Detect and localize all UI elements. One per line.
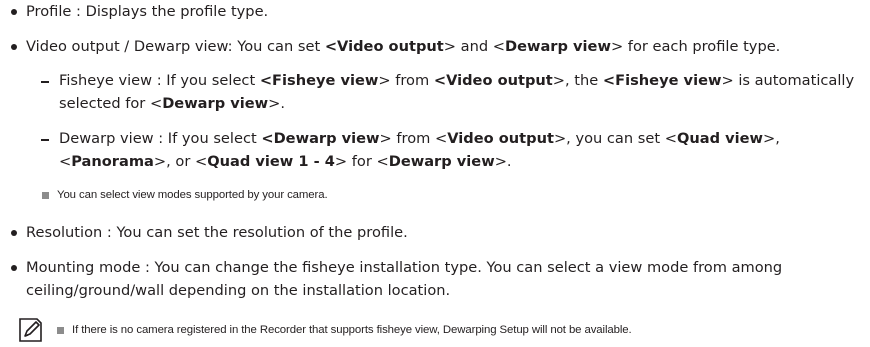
dewarp-view-bold: Dewarp view [504,38,611,55]
fisheye-text: Fisheye view : If you select [59,72,260,89]
view-modes-note: You can select view modes supported by y… [57,189,328,201]
video-output-bold: Video output [447,130,554,147]
bullet-dot [11,230,17,236]
item-video-output: Video output / Dewarp view: You can set … [26,37,780,57]
item-mounting-line1: Mounting mode : You can change the fishe… [26,259,783,276]
profile-text: : Displays the profile type. [71,3,269,20]
video-output-label: Video output / Dewarp view [26,38,228,55]
resolution-label: Resolution [26,224,103,241]
profile-label: Profile [26,3,72,20]
dash-marker [41,81,49,83]
dewarp-text: >, [763,130,780,147]
fisheye-text: >, the [552,72,603,89]
fisheye-bold: <Fisheye view [602,72,722,89]
dewarping-note: If there is no camera registered in the … [72,324,632,336]
dewarp-text: >, or < [153,153,208,170]
quad-view-bold: Quad view [676,130,764,147]
fisheye-text: > from [378,72,434,89]
dewarp-view-bold: <Dewarp view [261,130,380,147]
video-output-bold: <Video output [324,38,444,55]
dash-marker [41,139,49,141]
dewarp-text: >, you can set < [553,130,677,147]
fisheye-text: selected for < [59,95,163,112]
video-output-bold: <Video output [433,72,553,89]
bullet-dot [11,9,17,15]
resolution-text: : You can set the resolution of the prof… [102,224,408,241]
fisheye-text: > is automatically [721,72,855,89]
item-mounting-line2: ceiling/ground/wall depending on the ins… [26,282,451,299]
video-output-text: > and < [443,38,505,55]
square-bullet-icon [57,327,64,334]
dewarp-text: > for < [334,153,389,170]
video-output-text: : You can set [227,38,325,55]
item-fisheye-line1: Fisheye view : If you select <Fisheye vi… [59,71,854,91]
dewarp-text: > from < [379,130,448,147]
dewarp-view-bold: Dewarp view [388,153,495,170]
bullet-dot [11,265,17,271]
dewarp-view-bold: Dewarp view [162,95,269,112]
bullet-dot [11,44,17,50]
dewarp-text: < [59,153,72,170]
video-output-text: > for each profile type. [610,38,781,55]
dewarp-text: Dewarp view : If you select [59,130,262,147]
item-resolution: Resolution : You can set the resolution … [26,223,408,243]
note-pencil-icon [17,317,43,347]
square-bullet-icon [42,192,49,199]
item-dewarp-line2: <Panorama>, or <Quad view 1 - 4> for <De… [59,152,512,172]
quad-view-1-4-bold: Quad view 1 - 4 [207,153,335,170]
fisheye-text: >. [268,95,286,112]
item-fisheye-line2: selected for <Dewarp view>. [59,94,285,114]
panorama-bold: Panorama [71,153,154,170]
fisheye-bold: <Fisheye view [259,72,379,89]
dewarp-text: >. [494,153,512,170]
manual-page: Profile : Displays the profile type. Vid… [0,0,870,347]
item-profile: Profile : Displays the profile type. [26,2,268,22]
item-dewarp-line1: Dewarp view : If you select <Dewarp view… [59,129,780,149]
